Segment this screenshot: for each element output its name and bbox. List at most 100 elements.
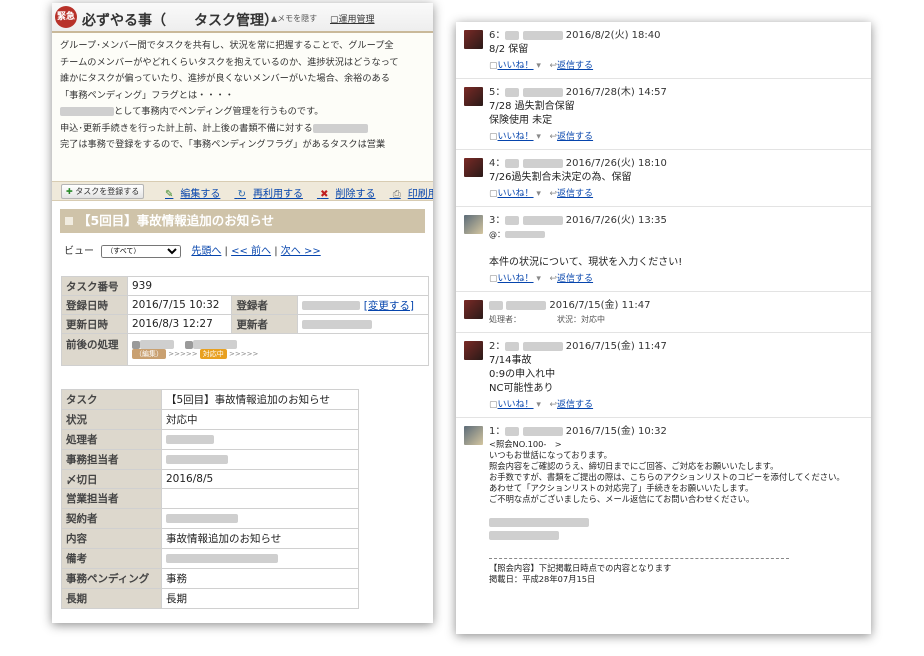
comments-panel: 6： 2016/8/2(火) 18:40 8/2 保留 ▢いいね！ ▾ ↩返信す… — [456, 22, 871, 634]
like-button[interactable]: いいね！ — [498, 274, 534, 284]
comment-body: 7/28 過失割合保留 — [489, 101, 575, 112]
table-row: 長期 長期 — [61, 587, 359, 609]
comment-body: 7/14事故 — [489, 355, 532, 366]
upd-date-label: 更新日時 — [61, 314, 128, 334]
comment-body: お手数ですが、書類をご提出の際は、こちらのアクションリストのコピーを添付してくだ… — [489, 472, 845, 482]
comment-header: 4： 2016/7/26(火) 18:10 — [489, 157, 871, 171]
table-row: 登録日時 2016/7/15 10:32 登録者 [変更する] — [61, 295, 429, 315]
comment-body: 8/2 保留 — [489, 44, 529, 55]
office-pending-label: 事務ペンディング — [61, 568, 162, 589]
first-link[interactable]: 先頭へ — [191, 246, 221, 257]
rules-link[interactable]: ▢運用管理 — [330, 12, 375, 25]
like-button[interactable]: いいね！ — [498, 61, 534, 71]
delete-button[interactable]: ✖ 削除する — [320, 189, 382, 200]
reply-link[interactable]: 返信する — [557, 189, 593, 199]
comment-date: 2016/7/26(火) 18:10 — [565, 158, 667, 169]
table-row: 前後の処理 （編集） >>>>> 対応中 >>>>> — [61, 333, 429, 366]
office-pending-value: 事務 — [161, 568, 359, 589]
register-task-label: タスクを登録する — [75, 187, 140, 196]
reuse-button[interactable]: ↻ 再利用する — [238, 189, 310, 200]
handler-label: 処理者 — [61, 428, 162, 450]
comment-actions: ▢いいね！ ▾ ↩返信する — [489, 189, 594, 199]
comment-date: 2016/7/15(金) 10:32 — [565, 426, 667, 437]
reg-date-label: 登録日時 — [61, 295, 128, 315]
table-row: 更新日時 2016/8/3 12:27 更新者 — [61, 314, 429, 334]
rules-link-label: 運用管理 — [338, 15, 375, 25]
view-select[interactable]: （すべて） — [101, 244, 182, 258]
process-flow: （編集） >>>>> 対応中 >>>>> — [127, 333, 429, 366]
comment-body: 掲載日：平成28年07月15日 — [489, 574, 596, 584]
reply-link[interactable]: 返信する — [557, 61, 593, 71]
avatar — [464, 87, 483, 106]
task-heading-icon — [65, 217, 73, 225]
remarks-label: 備考 — [61, 548, 162, 570]
hide-memo-toggle[interactable]: ▲メモを隠す — [271, 13, 317, 24]
remarks-value — [161, 548, 359, 570]
avatar — [464, 158, 483, 177]
change-registrant-link[interactable]: [変更する] — [364, 300, 414, 312]
status-change-note: 処理者： 状況：対応中 — [489, 315, 605, 324]
upd-date-value: 2016/8/3 12:27 — [126, 314, 233, 334]
avatar — [464, 426, 483, 445]
task-detail-panel: 緊急 必ずやる事（ タスク管理） ▲メモを隠す ▢運用管理 グループ･メンバー間… — [52, 3, 433, 623]
flow-arrows: >>>>> — [168, 350, 198, 358]
reply-link[interactable]: 返信する — [557, 274, 593, 284]
redacted-signature — [489, 517, 871, 540]
like-button[interactable]: いいね！ — [498, 400, 534, 410]
table-row: タスク 【5回目】事故情報追加のお知らせ — [61, 389, 359, 410]
like-button[interactable]: いいね！ — [498, 132, 534, 142]
reply-link[interactable]: 返信する — [557, 132, 593, 142]
comment-number: 5： — [489, 87, 506, 98]
comment-body: いつもお世話になっております。 — [489, 450, 612, 460]
comment-item: 5： 2016/7/28(木) 14:57 7/28 過失割合保留 保険使用 未… — [456, 79, 871, 150]
table-row: 備考 — [61, 548, 359, 570]
delete-icon: ✖ — [320, 189, 329, 200]
comment-header: 3： 2016/7/26(火) 13:35 — [489, 214, 871, 228]
long-term-label: 長期 — [61, 587, 162, 609]
deadline-label: 〆切日 — [61, 468, 162, 490]
comment-actions: ▢いいね！ ▾ ↩返信する — [489, 400, 594, 410]
registrant-value: [変更する] — [297, 295, 429, 315]
comment-header: 1： 2016/7/15(金) 10:32 — [489, 425, 871, 439]
comment-number: 6： — [489, 30, 506, 41]
comment-number: 1： — [489, 426, 506, 437]
updater-label: 更新者 — [231, 314, 299, 334]
comment-number: 4： — [489, 158, 506, 169]
printer-icon: ⎙ — [392, 189, 401, 200]
table-row: 処理者 — [61, 428, 359, 450]
long-term-value: 長期 — [161, 587, 359, 609]
comment-body: あわせて「アクションリストの対応完了」手続きをお願いいたします。 — [489, 483, 754, 493]
office-staff-value — [161, 448, 359, 470]
reg-date-value: 2016/7/15 10:32 — [126, 295, 233, 315]
comment-body: 照会内容をご確認のうえ、締切日までにご回答、ご対応をお願いいたします。 — [489, 461, 779, 471]
comment-item: 2： 2016/7/15(金) 11:47 7/14事故 0:9の申入れ中 NC… — [456, 333, 871, 418]
comment-header: 5： 2016/7/28(木) 14:57 — [489, 86, 871, 100]
comment-actions: ▢いいね！ ▾ ↩返信する — [489, 61, 594, 71]
desc-line: として事務内でペンディング管理を行うものです。 — [60, 104, 425, 121]
edit-label: 編集する — [180, 189, 221, 200]
reply-link[interactable]: 返信する — [557, 400, 593, 410]
process-label: 前後の処理 — [61, 333, 128, 366]
print-button[interactable]: ⎙ 印刷用画面 — [393, 189, 433, 200]
sales-staff-label: 営業担当者 — [61, 488, 162, 510]
urgent-seal-icon: 緊急 — [55, 6, 77, 28]
divider — [489, 558, 789, 559]
comment-header: 2： 2016/7/15(金) 11:47 — [489, 340, 871, 354]
task-heading-text: 【5回目】事故情報追加のお知らせ — [78, 213, 274, 228]
task-heading: 【5回目】事故情報追加のお知らせ — [60, 209, 425, 233]
edit-button[interactable]: ✎ 編集する — [165, 189, 227, 200]
next-link[interactable]: 次へ >> — [281, 246, 321, 257]
sales-staff-value — [161, 488, 359, 510]
comment-body: 本件の状況について、現状を入力ください! — [489, 257, 683, 268]
register-task-button[interactable]: ✚ タスクを登録する — [61, 184, 145, 199]
view-nav: ビュー （すべて） 先頭へ | << 前へ | 次へ >> — [64, 242, 425, 258]
print-label: 印刷用画面 — [407, 189, 433, 200]
desc-line: 誰かにタスクが偏っていたり、進捗が良くないメンバーがいた場合、余裕のある — [60, 73, 390, 84]
avatar — [464, 300, 483, 319]
flow-arrows: >>>>> — [229, 350, 259, 358]
comment-date: 2016/7/28(木) 14:57 — [565, 87, 667, 98]
like-button[interactable]: いいね！ — [498, 189, 534, 199]
task-label: タスク — [61, 389, 162, 410]
prev-link[interactable]: << 前へ — [231, 246, 271, 257]
table-row: 営業担当者 — [61, 488, 359, 510]
